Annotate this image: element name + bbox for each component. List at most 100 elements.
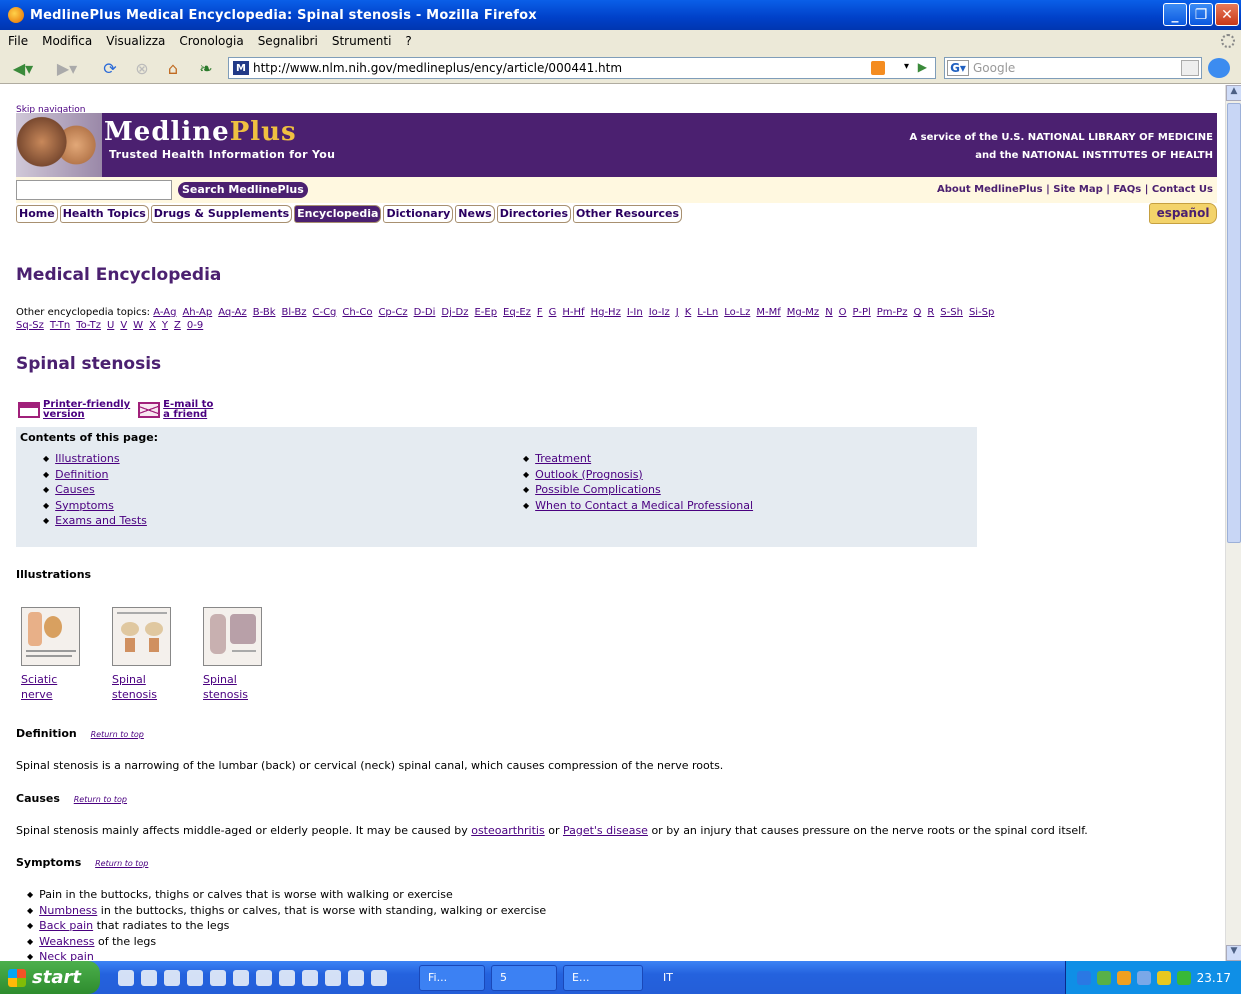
letter-link[interactable]: Mg-Mz	[787, 307, 819, 318]
quicklaunch-firefox-icon[interactable]	[233, 969, 249, 986]
toc-definition-link[interactable]: Definition	[55, 468, 108, 481]
taskbar-task-editor[interactable]: E...	[563, 964, 643, 991]
letter-link[interactable]: Sq-Sz	[16, 320, 44, 331]
menu-visualizza[interactable]: Visualizza	[106, 34, 165, 48]
language-indicator[interactable]: IT	[663, 971, 673, 984]
start-button[interactable]: start	[0, 961, 100, 994]
tray-app-icon[interactable]	[1156, 970, 1171, 985]
letter-link[interactable]: H-Hf	[562, 307, 584, 318]
rss-feed-icon[interactable]	[871, 61, 885, 75]
quicklaunch-app2-icon[interactable]	[348, 969, 364, 986]
letter-link[interactable]: G	[549, 307, 557, 318]
search-go-icon[interactable]	[1181, 60, 1199, 76]
scrollbar-thumb[interactable]	[1227, 103, 1241, 543]
tab-drugs-supplements[interactable]: Drugs & Supplements	[150, 205, 293, 223]
letter-link[interactable]: J	[676, 307, 679, 318]
quicklaunch-tool-icon[interactable]	[325, 969, 341, 986]
minimize-button[interactable]: _	[1163, 3, 1187, 26]
letter-link[interactable]: Lo-Lz	[724, 307, 750, 318]
vertical-scrollbar[interactable]: ▲ ▼	[1225, 85, 1241, 961]
quicklaunch-app-icon[interactable]	[279, 969, 295, 986]
google-engine-icon[interactable]: G▾	[947, 60, 969, 76]
email-friend-link[interactable]: E-mail to a friend	[138, 400, 213, 420]
thumbnail-caption[interactable]: Spinal stenosis	[112, 672, 171, 702]
quicklaunch-folder-icon[interactable]	[187, 969, 203, 986]
scroll-up-icon[interactable]: ▲	[1226, 85, 1241, 101]
menu-cronologia[interactable]: Cronologia	[179, 34, 243, 48]
return-to-top-link[interactable]: Return to top	[95, 859, 148, 868]
letter-link[interactable]: C-Cg	[312, 307, 336, 318]
thumbnail-sciatic-nerve[interactable]: Sciatic nerve	[21, 607, 80, 702]
toc-treatment-link[interactable]: Treatment	[535, 452, 591, 465]
osteoarthritis-link[interactable]: osteoarthritis	[471, 824, 545, 837]
letter-link[interactable]: D-Di	[414, 307, 436, 318]
letter-link[interactable]: P-Pl	[853, 307, 871, 318]
toc-outlook-link[interactable]: Outlook (Prognosis)	[535, 468, 643, 481]
letter-link[interactable]: V	[120, 320, 127, 331]
toc-contact-professional-link[interactable]: When to Contact a Medical Professional	[535, 499, 753, 512]
quicklaunch-mail-icon[interactable]	[256, 969, 272, 986]
bookmark-leaf-icon[interactable]: ❧	[195, 58, 217, 78]
letter-link[interactable]: T-Tn	[50, 320, 70, 331]
tab-health-topics[interactable]: Health Topics	[59, 205, 149, 223]
reload-icon[interactable]: ⟳	[100, 58, 120, 78]
menu-modifica[interactable]: Modifica	[42, 34, 92, 48]
search-medlineplus-button[interactable]: Search MedlinePlus	[178, 182, 308, 198]
tray-display-icon[interactable]	[1136, 970, 1151, 985]
letter-link[interactable]: Q	[913, 307, 921, 318]
taskbar-task-firefox[interactable]: 5	[491, 964, 557, 991]
back-button[interactable]: ◀▾	[8, 59, 38, 78]
letter-link[interactable]: K	[685, 307, 692, 318]
letter-link[interactable]: F	[537, 307, 543, 318]
letter-link[interactable]: To-Tz	[76, 320, 101, 331]
addon-icon[interactable]	[1208, 58, 1230, 78]
tab-news[interactable]: News	[455, 205, 495, 223]
letter-link[interactable]: B-Bk	[253, 307, 276, 318]
go-arrow-icon[interactable]: ▶	[918, 60, 927, 74]
letter-link[interactable]: Pm-Pz	[877, 307, 908, 318]
letter-link[interactable]: E-Ep	[474, 307, 497, 318]
thumbnail-caption[interactable]: Spinal stenosis	[203, 672, 262, 702]
letter-link[interactable]: M-Mf	[756, 307, 780, 318]
tab-other-resources[interactable]: Other Resources	[573, 205, 682, 223]
quicklaunch-search-icon[interactable]	[302, 969, 318, 986]
forward-button[interactable]: ▶▾	[52, 59, 82, 78]
menu-segnalibri[interactable]: Segnalibri	[258, 34, 318, 48]
weakness-link[interactable]: Weakness	[39, 935, 94, 948]
letter-link[interactable]: N	[825, 307, 832, 318]
letter-link[interactable]: Ah-Ap	[182, 307, 212, 318]
letter-link[interactable]: U	[107, 320, 114, 331]
letter-link[interactable]: L-Ln	[697, 307, 718, 318]
search-box[interactable]: G▾ Google	[944, 57, 1202, 79]
url-dropdown-icon[interactable]: ▾	[904, 61, 909, 72]
pagets-disease-link[interactable]: Paget's disease	[563, 824, 648, 837]
menu-strumenti[interactable]: Strumenti	[332, 34, 392, 48]
quicklaunch-chrome-icon[interactable]	[164, 969, 180, 986]
menu-help[interactable]: ?	[405, 34, 411, 48]
back-pain-link[interactable]: Back pain	[39, 919, 93, 932]
thumbnail-caption[interactable]: Sciatic nerve	[21, 672, 80, 702]
letter-link[interactable]: R	[927, 307, 934, 318]
quicklaunch-ie-icon[interactable]	[118, 969, 134, 986]
letter-link[interactable]: 0-9	[187, 320, 203, 331]
scroll-down-icon[interactable]: ▼	[1226, 945, 1241, 961]
taskbar-task-bluetooth[interactable]: Fi...	[419, 964, 485, 991]
quicklaunch-word-icon[interactable]	[210, 969, 226, 986]
thumbnail-spinal-stenosis-2[interactable]: Spinal stenosis	[203, 607, 262, 702]
spinal-stenosis-diagram-image[interactable]	[112, 607, 171, 666]
tray-network-icon[interactable]	[1076, 970, 1091, 985]
return-to-top-link[interactable]: Return to top	[74, 795, 127, 804]
letter-link[interactable]: Y	[162, 320, 168, 331]
maximize-button[interactable]: ❐	[1189, 3, 1213, 26]
spinal-stenosis-xray-image[interactable]	[203, 607, 262, 666]
thumbnail-spinal-stenosis-1[interactable]: Spinal stenosis	[112, 607, 171, 702]
toc-illustrations-link[interactable]: Illustrations	[55, 452, 119, 465]
letter-link[interactable]: Si-Sp	[969, 307, 994, 318]
letter-link[interactable]: Hg-Hz	[591, 307, 621, 318]
medlineplus-logo[interactable]: MedlinePlus	[104, 117, 297, 147]
tab-home[interactable]: Home	[16, 205, 58, 223]
letter-link[interactable]: X	[149, 320, 156, 331]
letter-link[interactable]: I-In	[627, 307, 643, 318]
toc-symptoms-link[interactable]: Symptoms	[55, 499, 114, 512]
site-search-input[interactable]	[16, 180, 172, 200]
